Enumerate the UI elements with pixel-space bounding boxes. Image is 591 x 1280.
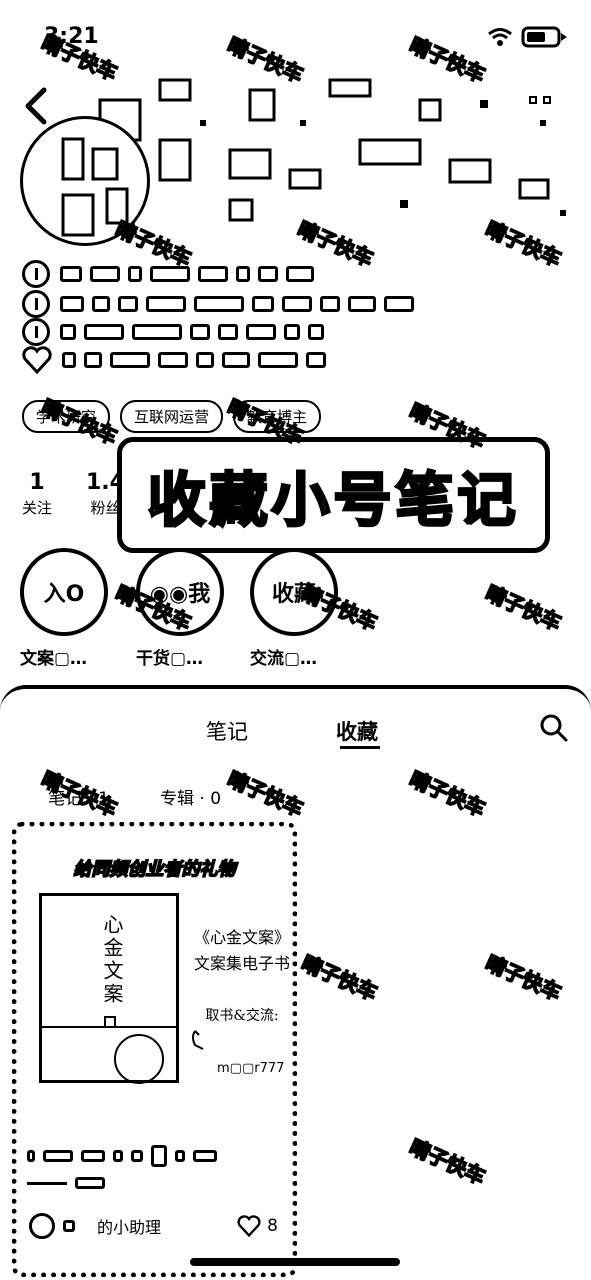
bio-line: [22, 260, 314, 288]
book-cover: 心金文案: [39, 893, 179, 1084]
shortcut-tips[interactable]: ◉◉我 干货▢…: [136, 548, 236, 669]
card-banner: 给同频创业者的礼物: [73, 858, 237, 881]
watermark: 晴子快车: [481, 580, 565, 636]
tag-item[interactable]: 互联网运营: [120, 400, 224, 433]
tag-item[interactable]: 教育博主: [233, 400, 322, 433]
banner-text: 收藏小号笔记: [146, 465, 520, 536]
card-info: 《心金文案》 文案集电子书 取书&交流:: [187, 925, 292, 1029]
shortcut-label: 干货▢…: [136, 649, 204, 669]
shortcut-circle[interactable]: 收藏: [250, 548, 338, 636]
status-icons: [487, 26, 569, 48]
shortcut-copywriting[interactable]: 入O 文案▢…: [20, 548, 120, 669]
avatar[interactable]: [20, 116, 150, 246]
wechat-icon: [189, 1027, 215, 1057]
card-description: [27, 1145, 287, 1189]
book-portrait: [114, 1034, 164, 1084]
home-indicator[interactable]: [190, 1258, 400, 1266]
heart-icon: [237, 1215, 261, 1237]
info-icon: [22, 260, 50, 288]
book-title: 心金文案: [100, 914, 124, 1006]
card-info-subtitle: 文案集电子书: [193, 954, 290, 973]
overlay-banner: 收藏小号笔记: [117, 437, 571, 553]
subtab-albums[interactable]: 专辑 · 0: [160, 784, 221, 809]
stat-label: 关注: [22, 499, 53, 517]
subtab-notes[interactable]: 笔记 · 1: [48, 784, 109, 809]
card-author[interactable]: 的小助理: [29, 1213, 161, 1239]
like-count: 8: [267, 1216, 278, 1236]
shortcut-label: 交流▢…: [250, 649, 318, 669]
shortcut-circle[interactable]: 入O: [20, 548, 108, 636]
bio-line: [22, 346, 326, 374]
stat-number: 1: [29, 470, 45, 495]
search-icon[interactable]: [539, 713, 569, 747]
banner-decoration: [529, 470, 571, 522]
stat-following[interactable]: 1 关注: [22, 470, 52, 518]
shortcut-circle[interactable]: ◉◉我: [136, 548, 224, 636]
heart-icon: [22, 346, 52, 374]
shortcut-label: 文案▢…: [20, 649, 88, 669]
tag-item[interactable]: 学术研究: [22, 400, 111, 433]
tab-collect[interactable]: 收藏: [336, 716, 378, 746]
shortcut-community[interactable]: 收藏 交流▢…: [250, 548, 350, 669]
bio-line: [22, 318, 324, 346]
status-time: 3:21: [44, 24, 99, 49]
tag-list: 学术研究 互联网运营 教育博主: [22, 400, 322, 433]
note-card[interactable]: 给同频创业者的礼物 心金文案 《心金文案》 文案集电子书 取书&交流: m▢▢r…: [12, 822, 297, 1277]
info-icon: [22, 318, 50, 346]
info-icon: [22, 290, 50, 318]
battery-icon: [521, 26, 569, 48]
bio-line: [22, 290, 414, 318]
more-icon[interactable]: [529, 96, 551, 104]
author-name: 的小助理: [97, 1218, 162, 1237]
tab-active-indicator: [340, 746, 380, 749]
author-avatar: [29, 1213, 55, 1239]
tab-notes[interactable]: 笔记: [206, 716, 248, 746]
wechat-id: m▢▢r777: [217, 1061, 285, 1076]
back-icon[interactable]: [20, 86, 54, 126]
card-info-title: 《心金文案》: [193, 928, 290, 947]
wifi-icon: [487, 27, 513, 47]
card-info-contact: 取书&交流:: [205, 1008, 279, 1024]
like-button[interactable]: 8: [237, 1215, 278, 1237]
